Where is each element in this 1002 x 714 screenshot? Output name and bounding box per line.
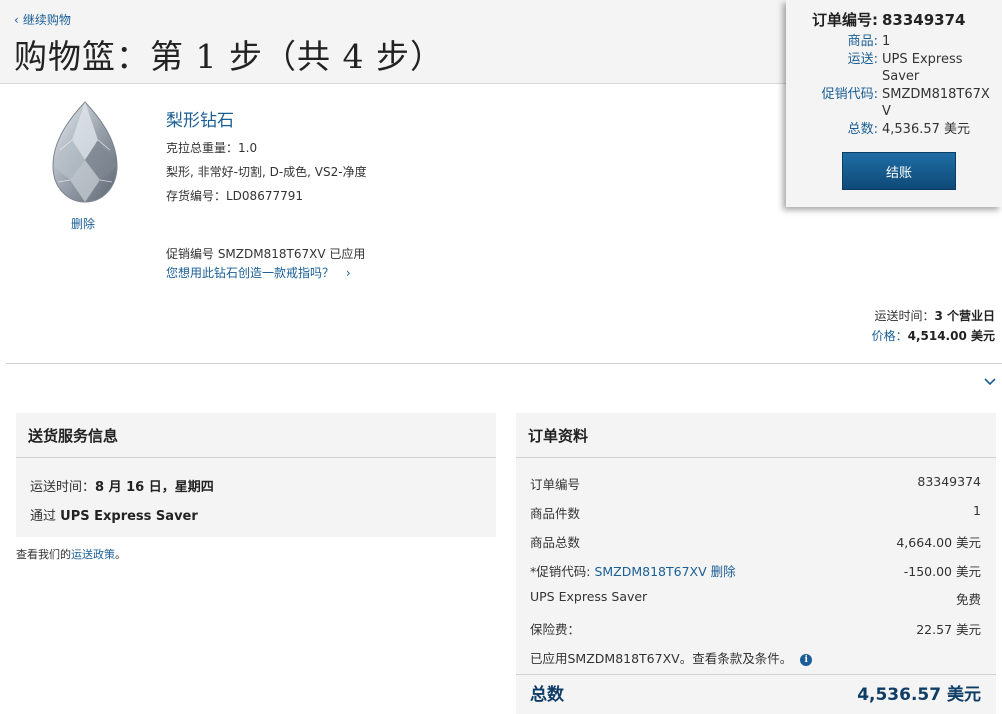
promo-applied-text: 促销编号 SMZDM818T67XV 已应用 (166, 247, 366, 261)
page-title: 购物篮：第 1 步（共 4 步） (14, 37, 444, 76)
summary-promo: 促销代码: SMZDM818T67XV (821, 87, 990, 119)
item-price: 价格：4,514.00 美元 (871, 329, 995, 343)
chevron-left-icon: ‹ (14, 12, 19, 27)
checkout-button[interactable]: 结账 (842, 152, 956, 190)
item-title[interactable]: 梨形钻石 (166, 106, 234, 131)
create-ring-label: 您想用此钻石创造一款戒指吗？ (166, 266, 335, 280)
order-row: 商品总数 4,664.00 美元 (530, 535, 981, 550)
applied-note: 已应用SMZDM818T67XV。查看条款及条件。 i (530, 648, 981, 667)
item-carat: 克拉总重量：1.0 (166, 141, 258, 155)
order-summary-box: 订单编号: 83349374 商品: 1 运送: UPS Express Sav… (786, 0, 1002, 207)
shipping-policy-line: 查看我们的运送政策。 (16, 548, 126, 561)
order-heading: 订单资料 (516, 413, 996, 458)
pear-diamond-image (52, 101, 118, 203)
order-info-panel: 订单资料 订单编号 83349374 商品件数 1 商品总数 4,664.00 美元 … (516, 413, 996, 714)
continue-shopping-link[interactable]: ‹ 继续购物 (14, 11, 71, 28)
delivery-info-panel: 送货服务信息 运送时间：8 月 16 日，星期四 通过 UPS Express … (16, 413, 496, 537)
order-row: UPS Express Saver 免费 (530, 589, 981, 607)
section-divider (6, 363, 1002, 364)
order-total-divider (516, 674, 996, 675)
continue-shopping-label: 继续购物 (22, 13, 71, 27)
order-total: 总数 4,536.57 美元 (530, 685, 981, 705)
order-row: 保险费： 22.57 美元 (530, 622, 981, 637)
order-row: 商品件数 1 (530, 503, 981, 521)
shipping-policy-link[interactable]: 运送政策 (71, 548, 115, 561)
info-icon[interactable]: i (800, 654, 813, 666)
delivery-time: 运送时间：8 月 16 日，星期四 (30, 480, 214, 495)
summary-total: 总数: 4,536.57 美元 (847, 122, 971, 137)
item-description: 梨形, 非常好-切割, D-成色, VS2-净度 (166, 165, 367, 179)
remove-promo-link[interactable]: 删除 (711, 564, 736, 579)
summary-shipping: 运送: UPS Express Saver (847, 52, 963, 84)
delivery-via: 通过 UPS Express Saver (30, 509, 198, 524)
item-sku: 存货编号：LD08677791 (166, 189, 304, 203)
delivery-heading: 送货服务信息 (16, 413, 496, 458)
create-ring-link[interactable]: 您想用此钻石创造一款戒指吗？ › (166, 264, 351, 281)
chevron-down-icon[interactable] (983, 375, 997, 389)
delete-item-link[interactable]: 删除 (71, 215, 95, 232)
chevron-right-icon: › (345, 266, 351, 280)
order-row-promo: *促销代码: SMZDM818T67XV 删除 -150.00 美元 (530, 564, 981, 579)
order-row: 订单编号 83349374 (530, 474, 981, 492)
summary-order-no: 订单编号: 83349374 (812, 11, 966, 29)
promo-code-link[interactable]: SMZDM818T67XV (594, 564, 706, 579)
summary-items: 商品: 1 (847, 34, 891, 49)
item-ship-time: 运送时间：3 个营业日 (874, 309, 995, 323)
